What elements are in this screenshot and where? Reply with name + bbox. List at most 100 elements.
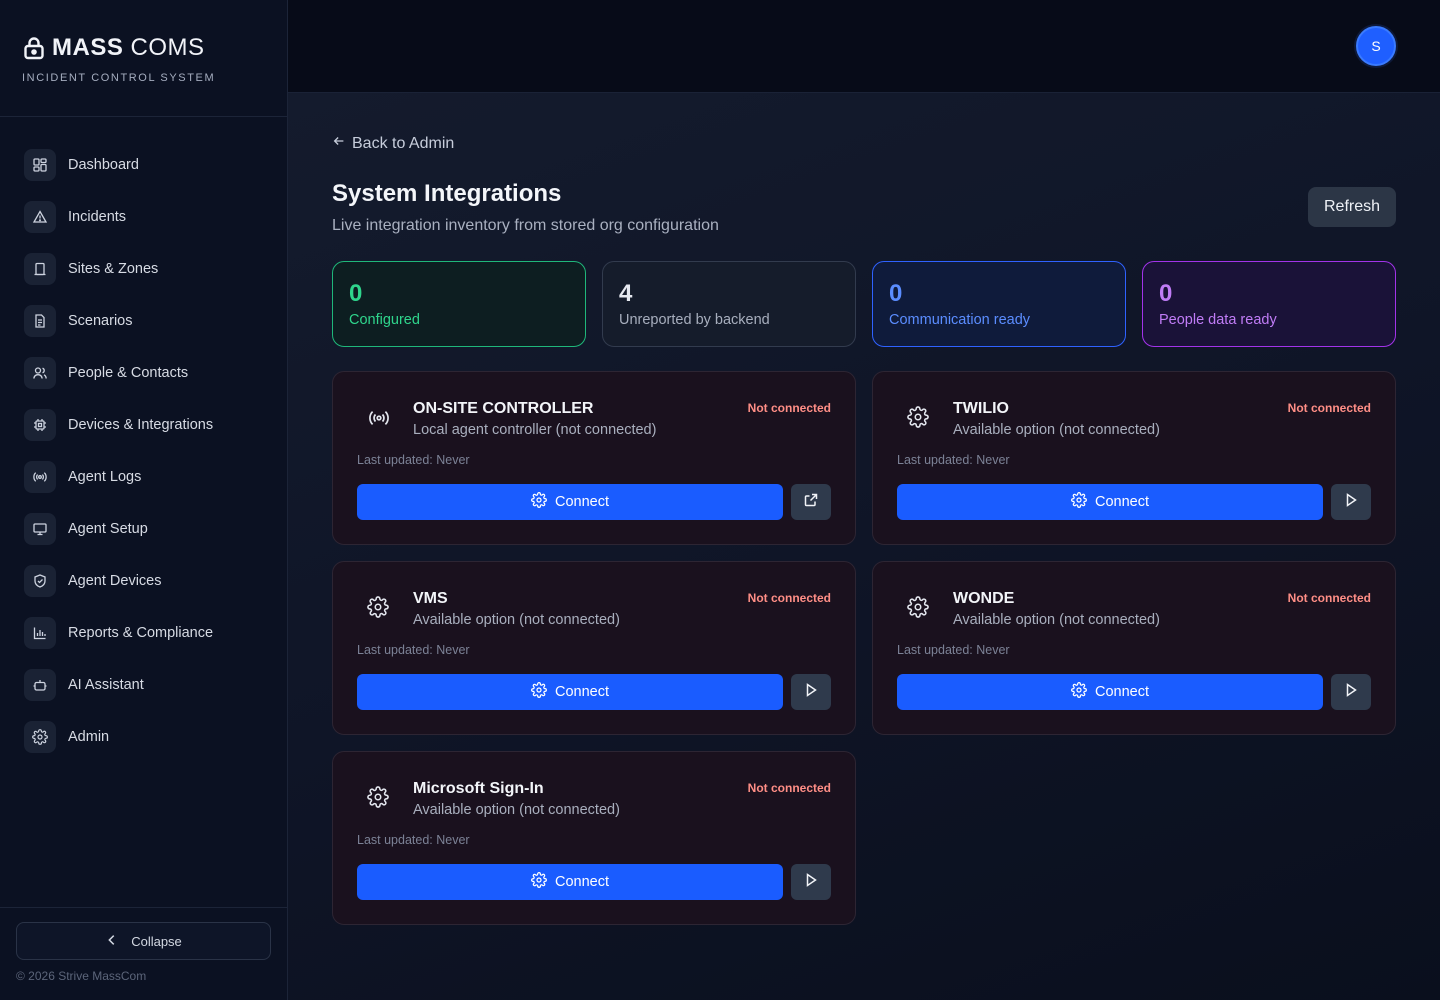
status-badge: Not connected (1287, 591, 1371, 605)
sidebar-item-sites-zones[interactable]: Sites & Zones (0, 243, 287, 295)
sidebar-item-agent-setup[interactable]: Agent Setup (0, 503, 287, 555)
gear-icon (907, 406, 931, 430)
topbar: S (288, 0, 1440, 93)
open-external-button[interactable] (791, 484, 831, 520)
shield-icon (24, 565, 56, 597)
stat-value: 0 (349, 280, 363, 307)
sidebar-item-ai-assistant[interactable]: AI Assistant (0, 659, 287, 711)
integration-title: VMS (413, 590, 448, 607)
dashboard-icon (24, 149, 56, 181)
test-button[interactable] (1331, 484, 1371, 520)
stat-label: People data ready (1159, 312, 1277, 328)
sidebar-item-reports-compliance[interactable]: Reports & Compliance (0, 607, 287, 659)
avatar[interactable]: S (1356, 26, 1396, 66)
gear-icon (367, 596, 391, 620)
collapse-button[interactable]: Collapse (16, 922, 271, 960)
document-icon (24, 305, 56, 337)
test-button[interactable] (1331, 674, 1371, 710)
back-to-admin-link[interactable]: Back to Admin (332, 134, 454, 153)
stat-unreported: 4 Unreported by backend (602, 261, 856, 347)
test-button[interactable] (791, 864, 831, 900)
status-badge: Not connected (747, 401, 831, 415)
connect-button[interactable]: Connect (897, 674, 1323, 710)
play-icon (1343, 492, 1359, 513)
bar-chart-icon (24, 617, 56, 649)
gear-icon (531, 872, 547, 892)
sidebar-item-label: Agent Devices (68, 573, 162, 589)
sidebar-item-devices-integrations[interactable]: Devices & Integrations (0, 399, 287, 451)
connect-label: Connect (1094, 494, 1149, 510)
play-icon (803, 872, 819, 893)
connect-label: Connect (1094, 684, 1149, 700)
connect-button[interactable]: Connect (357, 864, 783, 900)
sidebar-item-incidents[interactable]: Incidents (0, 191, 287, 243)
integration-title: WONDE (953, 590, 1015, 607)
back-label: Back to Admin (352, 134, 455, 152)
status-badge: Not connected (747, 591, 831, 605)
brand: MASS COMS INCIDENT CONTROL SYSTEM (0, 0, 287, 117)
last-updated: Last updated: Never (897, 453, 1010, 467)
integration-card-wonde: WONDE Available option (not connected) N… (872, 561, 1396, 735)
integration-title: Microsoft Sign-In (413, 780, 544, 797)
monitor-icon (24, 513, 56, 545)
gear-icon (1071, 682, 1087, 702)
last-updated: Last updated: Never (357, 453, 470, 467)
sidebar-item-label: Devices & Integrations (68, 417, 214, 433)
integration-description: Available option (not connected) (953, 422, 1160, 438)
sidebar-item-label: Agent Logs (68, 469, 142, 485)
sidebar-item-agent-logs[interactable]: Agent Logs (0, 451, 287, 503)
building-icon (24, 253, 56, 285)
stat-communication-ready: 0 Communication ready (872, 261, 1126, 347)
last-updated: Last updated: Never (357, 833, 470, 847)
integration-description: Available option (not connected) (953, 612, 1160, 628)
sidebar-item-agent-devices[interactable]: Agent Devices (0, 555, 287, 607)
integration-card-microsoft-sign-in: Microsoft Sign-In Available option (not … (332, 751, 856, 925)
broadcast-icon (367, 406, 391, 430)
copyright: © 2026 Strive MassCom (16, 969, 147, 983)
stat-value: 0 (1159, 280, 1173, 307)
sidebar-item-label: Agent Setup (68, 521, 148, 537)
connect-label: Connect (554, 684, 609, 700)
last-updated: Last updated: Never (897, 643, 1010, 657)
test-button[interactable] (791, 674, 831, 710)
gear-icon (907, 596, 931, 620)
integration-card-onsite-controller: ON-SITE CONTROLLER Local agent controlle… (332, 371, 856, 545)
stat-configured: 0 Configured (332, 261, 586, 347)
brand-name: MASS COMS (52, 34, 205, 61)
chevron-left-icon (105, 933, 119, 950)
sidebar-item-admin[interactable]: Admin (0, 711, 287, 763)
integration-card-twilio: TWILIO Available option (not connected) … (872, 371, 1396, 545)
chip-icon (24, 409, 56, 441)
warning-icon (24, 201, 56, 233)
stat-label: Communication ready (889, 312, 1031, 328)
sidebar-nav: Dashboard Incidents Sites & Zones Scenar… (0, 117, 287, 763)
last-updated: Last updated: Never (357, 643, 470, 657)
sidebar-item-scenarios[interactable]: Scenarios (0, 295, 287, 347)
external-link-icon (803, 492, 819, 513)
connect-button[interactable]: Connect (357, 674, 783, 710)
arrow-left-icon (332, 134, 346, 153)
integration-card-vms: VMS Available option (not connected) Not… (332, 561, 856, 735)
bot-icon (24, 669, 56, 701)
broadcast-icon (24, 461, 56, 493)
play-icon (803, 682, 819, 703)
lock-icon (22, 36, 46, 60)
connect-label: Connect (554, 494, 609, 510)
gear-icon (531, 492, 547, 512)
gear-icon (531, 682, 547, 702)
integration-description: Available option (not connected) (413, 802, 620, 818)
status-badge: Not connected (1287, 401, 1371, 415)
connect-button[interactable]: Connect (897, 484, 1323, 520)
sidebar-item-label: Dashboard (68, 157, 139, 173)
stat-value: 0 (889, 280, 903, 307)
connect-button[interactable]: Connect (357, 484, 783, 520)
brand-subtitle: INCIDENT CONTROL SYSTEM (22, 72, 216, 84)
refresh-button[interactable]: Refresh (1308, 187, 1396, 227)
sidebar-item-dashboard[interactable]: Dashboard (0, 139, 287, 191)
status-badge: Not connected (747, 781, 831, 795)
sidebar-item-people-contacts[interactable]: People & Contacts (0, 347, 287, 399)
gear-icon (1071, 492, 1087, 512)
gear-icon (367, 786, 391, 810)
sidebar: MASS COMS INCIDENT CONTROL SYSTEM Dashbo… (0, 0, 288, 1000)
integrations-grid: ON-SITE CONTROLLER Local agent controlle… (332, 371, 1396, 925)
